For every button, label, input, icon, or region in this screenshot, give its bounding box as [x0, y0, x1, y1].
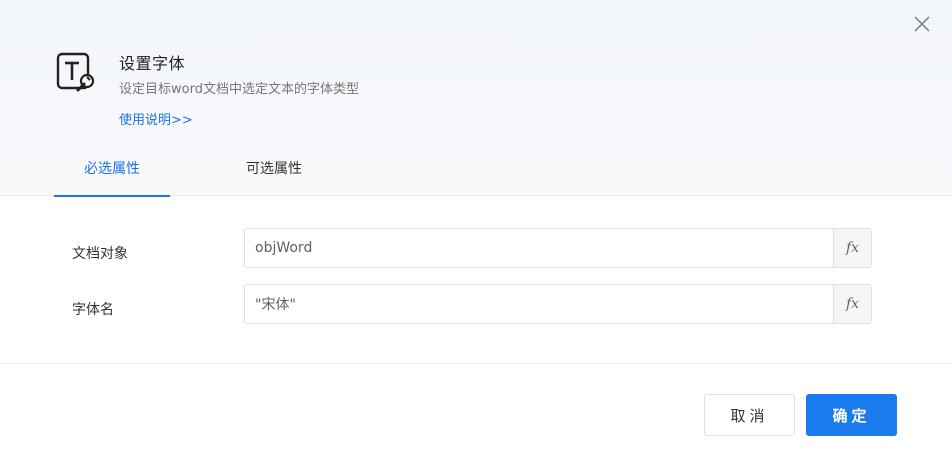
close-icon[interactable] — [908, 10, 936, 38]
document-object-label: 文档对象 — [72, 246, 128, 262]
dialog-header: 设置字体 设定目标word文档中选定文本的字体类型 使用说明>> 必选属性 可选… — [0, 0, 952, 197]
font-name-input[interactable] — [245, 285, 833, 323]
font-name-fx-button[interactable]: fx — [833, 285, 871, 323]
dialog-subtitle: 设定目标word文档中选定文本的字体类型 — [119, 82, 359, 97]
font-name-field: fx — [244, 284, 872, 324]
set-font-dialog: 设置字体 设定目标word文档中选定文本的字体类型 使用说明>> 必选属性 可选… — [0, 0, 952, 464]
document-object-input[interactable] — [245, 229, 833, 267]
cancel-button[interactable]: 取消 — [704, 394, 795, 436]
text-format-wrench-icon — [54, 50, 98, 94]
confirm-button[interactable]: 确定 — [806, 394, 897, 436]
document-object-fx-button[interactable]: fx — [833, 229, 871, 267]
tab-required-properties[interactable]: 必选属性 — [54, 158, 170, 197]
document-object-field: fx — [244, 228, 872, 268]
footer-divider — [0, 363, 952, 364]
dialog-title: 设置字体 — [119, 54, 186, 73]
usage-help-link[interactable]: 使用说明>> — [119, 109, 193, 128]
tab-optional-properties[interactable]: 可选属性 — [216, 158, 332, 196]
font-name-label: 字体名 — [72, 302, 114, 318]
